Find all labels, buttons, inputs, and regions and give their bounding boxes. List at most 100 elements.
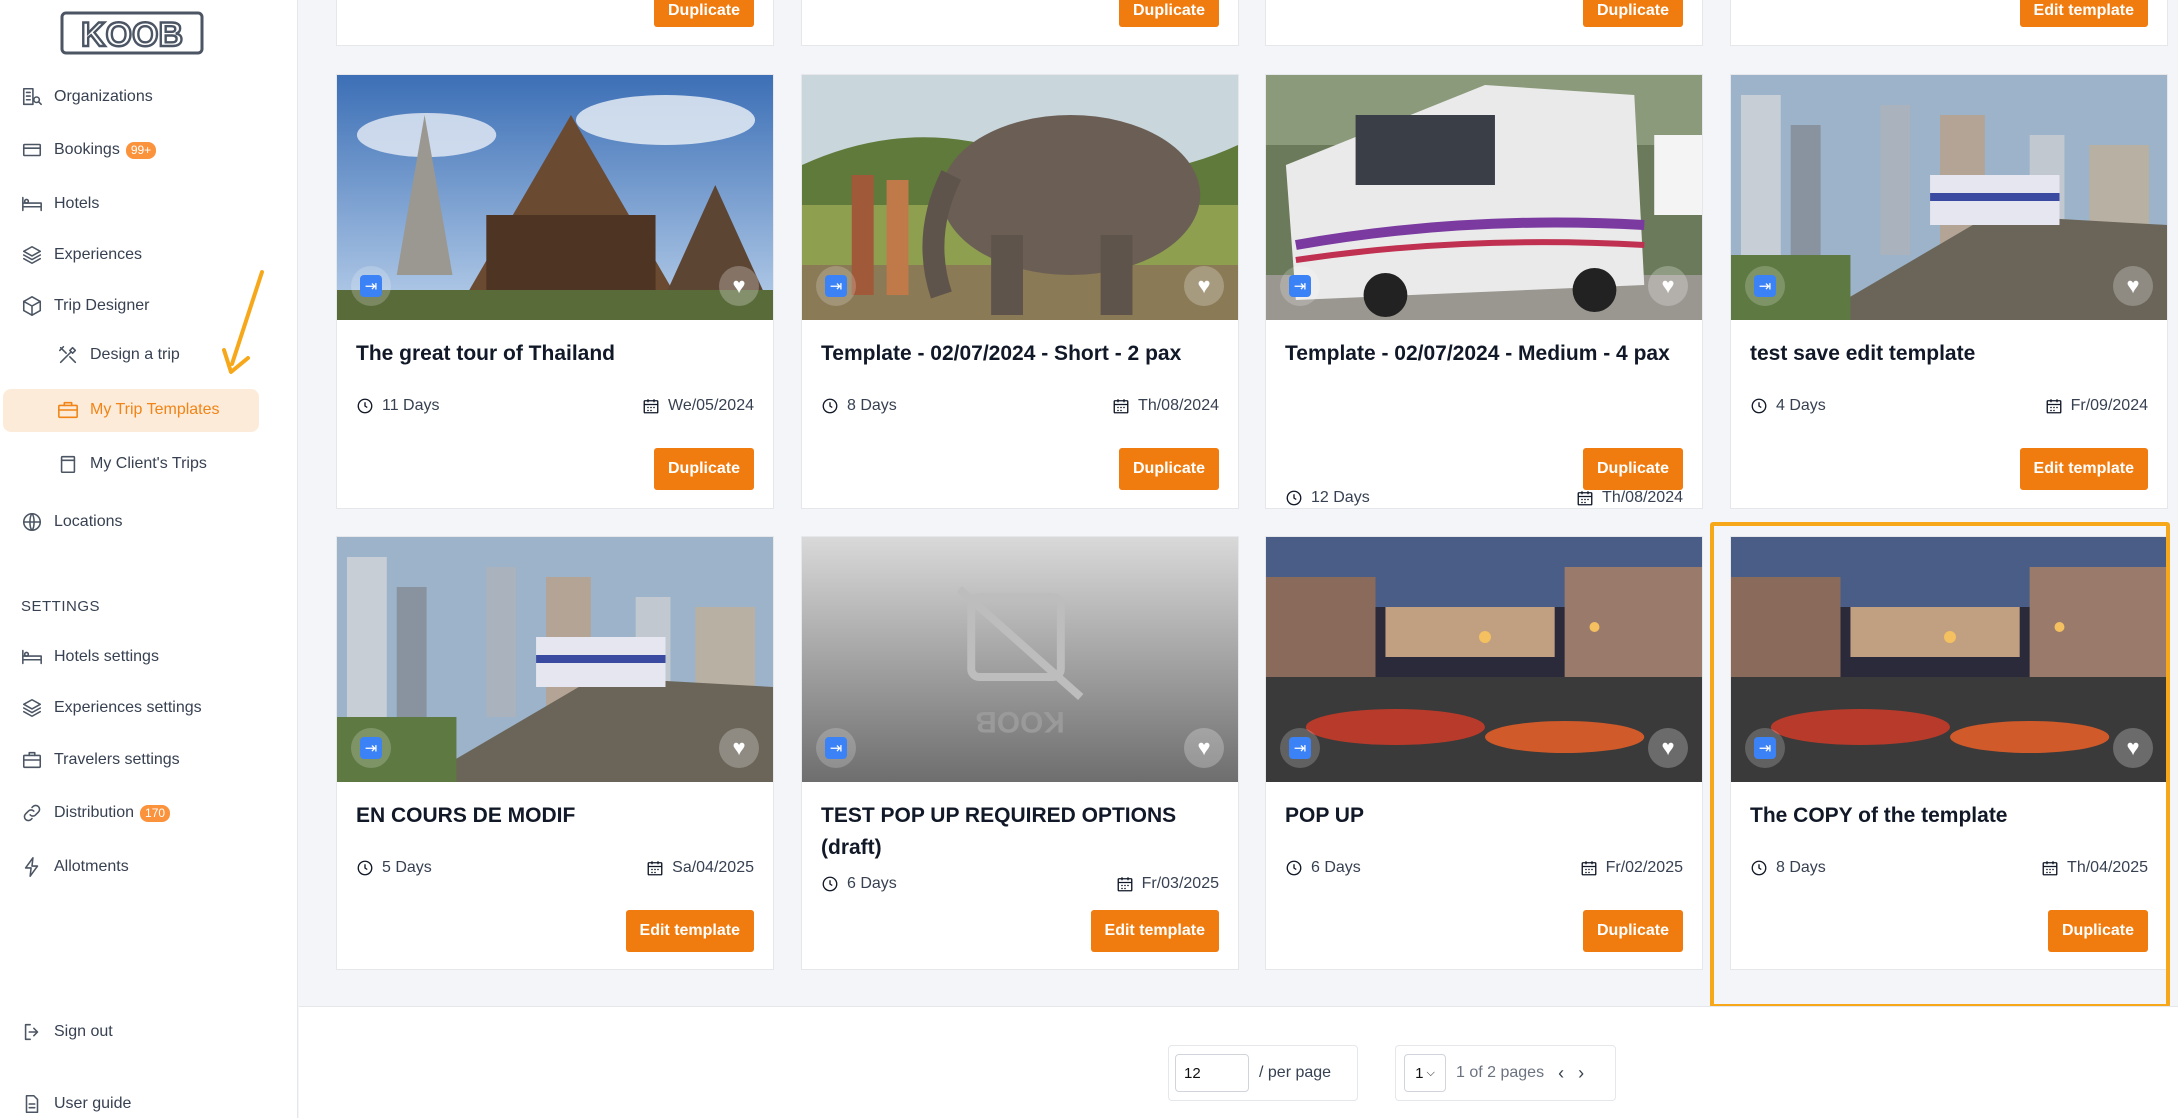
template-card[interactable]: KOOB ⇥ ♥ TEST POP UP REQUIRED OPTIONS (d… bbox=[801, 536, 1239, 970]
sidebar-item-experiences-settings[interactable]: Experiences settings bbox=[20, 688, 202, 728]
sidebar-item-organizations[interactable]: Organizations bbox=[20, 77, 153, 117]
card-days: 5 Days bbox=[382, 859, 432, 876]
template-card-partial: Edit template bbox=[1730, 0, 2168, 46]
edit-template-button[interactable]: Edit template bbox=[2019, 448, 2148, 490]
share-button[interactable]: ⇥ bbox=[1280, 266, 1320, 306]
card-meta: 5 Days Sa/04/2025 bbox=[356, 856, 754, 880]
card-title: test save edit template bbox=[1750, 342, 1976, 365]
duplicate-button[interactable]: Duplicate bbox=[2047, 910, 2148, 952]
clock-icon bbox=[1285, 489, 1303, 507]
calendar-icon bbox=[1580, 859, 1598, 877]
per-page-input[interactable]: 12 bbox=[1175, 1054, 1249, 1092]
card-date: Th/04/2025 bbox=[2067, 859, 2148, 876]
edit-template-button[interactable]: Edit template bbox=[1090, 910, 1219, 952]
template-card[interactable]: ⇥ ♥ Template - 02/07/2024 - Medium - 4 p… bbox=[1265, 74, 1703, 509]
heart-icon: ♥ bbox=[1197, 735, 1211, 760]
card-image-market: ⇥ ♥ bbox=[1266, 537, 1702, 782]
sidebar-item-my-clients-trips[interactable]: My Client's Trips bbox=[56, 444, 207, 484]
clock-icon bbox=[356, 859, 374, 877]
card-date: Sa/04/2025 bbox=[672, 859, 754, 876]
sidebar-item-hotels-settings[interactable]: Hotels settings bbox=[20, 637, 159, 677]
card-date: Fr/03/2025 bbox=[1141, 875, 1219, 892]
heart-icon: ♥ bbox=[1661, 273, 1675, 298]
sidebar-item-trip-designer[interactable]: Trip Designer bbox=[20, 286, 149, 326]
template-card[interactable]: ⇥ ♥ EN COURS DE MODIF 5 Days Sa/04/2025 … bbox=[336, 536, 774, 970]
favorite-button[interactable]: ♥ bbox=[2113, 266, 2153, 306]
share-button[interactable]: ⇥ bbox=[816, 728, 856, 768]
card-image-placeholder: KOOB ⇥ ♥ bbox=[802, 537, 1238, 782]
template-card[interactable]: ⇥ ♥ The COPY of the template 8 Days Th/0… bbox=[1730, 536, 2168, 970]
sidebar-item-experiences[interactable]: Experiences bbox=[20, 235, 142, 275]
share-button[interactable]: ⇥ bbox=[351, 728, 391, 768]
sidebar-item-design-a-trip[interactable]: Design a trip bbox=[56, 335, 180, 375]
sidebar-item-my-trip-templates[interactable]: My Trip Templates bbox=[56, 390, 220, 430]
favorite-button[interactable]: ♥ bbox=[1184, 266, 1224, 306]
logo-text: KOOB bbox=[81, 16, 183, 54]
koob-logo[interactable]: KOOB bbox=[60, 10, 204, 56]
sidebar-item-sign-out[interactable]: Sign out bbox=[20, 1012, 113, 1052]
next-page-icon[interactable]: › bbox=[1578, 1063, 1584, 1084]
share-button[interactable]: ⇥ bbox=[816, 266, 856, 306]
favorite-button[interactable]: ♥ bbox=[719, 728, 759, 768]
duplicate-button[interactable]: Duplicate bbox=[1582, 0, 1683, 27]
template-card[interactable]: ⇥ ♥ Template - 02/07/2024 - Short - 2 pa… bbox=[801, 74, 1239, 509]
card-date: Th/08/2024 bbox=[1138, 397, 1219, 414]
template-card[interactable]: ⇥ ♥ POP UP 6 Days Fr/02/2025 Duplicate bbox=[1265, 536, 1703, 970]
card-days: 8 Days bbox=[1776, 859, 1826, 876]
favorite-button[interactable]: ♥ bbox=[1184, 728, 1224, 768]
sidebar-item-label: Locations bbox=[54, 513, 123, 530]
template-card[interactable]: ⇥ ♥ test save edit template 4 Days Fr/09… bbox=[1730, 74, 2168, 509]
calendar-icon bbox=[1576, 489, 1594, 507]
favorite-button[interactable]: ♥ bbox=[2113, 728, 2153, 768]
duplicate-button[interactable]: Duplicate bbox=[1118, 0, 1219, 27]
duplicate-button[interactable]: Duplicate bbox=[653, 448, 754, 490]
sidebar-item-hotels[interactable]: Hotels bbox=[20, 184, 99, 224]
sidebar-item-allotments[interactable]: Allotments bbox=[20, 847, 129, 887]
sidebar-item-label: Design a trip bbox=[90, 346, 180, 363]
sign-out-icon bbox=[20, 1020, 44, 1044]
share-button[interactable]: ⇥ bbox=[1745, 728, 1785, 768]
calendar-icon bbox=[642, 397, 660, 415]
sidebar-item-label: Trip Designer bbox=[54, 297, 150, 314]
card-meta: 4 Days Fr/09/2024 bbox=[1750, 394, 2148, 418]
sidebar-item-locations[interactable]: Locations bbox=[20, 502, 123, 542]
sidebar-item-label: Experiences bbox=[54, 246, 143, 263]
page-select[interactable]: 1 ⌵ bbox=[1404, 1054, 1446, 1092]
link-icon bbox=[20, 801, 44, 825]
sidebar-item-travelers-settings[interactable]: Travelers settings bbox=[20, 740, 180, 780]
card-title: Template - 02/07/2024 - Medium - 4 pax bbox=[1285, 342, 1670, 365]
sidebar-item-label: My Client's Trips bbox=[90, 455, 207, 472]
sidebar-item-distribution[interactable]: Distribution 170 bbox=[20, 793, 171, 833]
share-icon: ⇥ bbox=[1754, 275, 1776, 297]
duplicate-button[interactable]: Duplicate bbox=[1582, 448, 1683, 490]
favorite-button[interactable]: ♥ bbox=[719, 266, 759, 306]
edit-template-button[interactable]: Edit template bbox=[2019, 0, 2148, 27]
card-title: The COPY of the template bbox=[1750, 804, 2008, 827]
sidebar-item-label: Organizations bbox=[54, 88, 153, 105]
duplicate-button[interactable]: Duplicate bbox=[1118, 448, 1219, 490]
card-meta: 6 Days Fr/03/2025 bbox=[821, 872, 1219, 896]
duplicate-button[interactable]: Duplicate bbox=[1582, 910, 1683, 952]
favorite-button[interactable]: ♥ bbox=[1648, 728, 1688, 768]
card-title: Template - 02/07/2024 - Short - 2 pax bbox=[821, 342, 1182, 365]
template-card[interactable]: ⇥ ♥ The great tour of Thailand 11 Days W… bbox=[336, 74, 774, 509]
card-image-van: ⇥ ♥ bbox=[1266, 75, 1702, 320]
share-button[interactable]: ⇥ bbox=[351, 266, 391, 306]
calendar-icon bbox=[1112, 397, 1130, 415]
prev-page-icon[interactable]: ‹ bbox=[1558, 1063, 1564, 1084]
sidebar-item-bookings[interactable]: Bookings 99+ bbox=[20, 130, 157, 170]
document-icon bbox=[20, 1092, 44, 1116]
card-days: 12 Days bbox=[1311, 489, 1370, 506]
organizations-icon bbox=[20, 85, 44, 109]
card-image-city: ⇥ ♥ bbox=[337, 537, 773, 782]
edit-template-button[interactable]: Edit template bbox=[625, 910, 754, 952]
sidebar-item-user-guide[interactable]: User guide bbox=[20, 1084, 131, 1118]
share-button[interactable]: ⇥ bbox=[1745, 266, 1785, 306]
heart-icon: ♥ bbox=[732, 273, 746, 298]
calendar-icon bbox=[646, 859, 664, 877]
share-button[interactable]: ⇥ bbox=[1280, 728, 1320, 768]
favorite-button[interactable]: ♥ bbox=[1648, 266, 1688, 306]
sidebar-item-label: Sign out bbox=[54, 1023, 113, 1040]
duplicate-button[interactable]: Duplicate bbox=[653, 0, 754, 27]
sidebar-item-label: Distribution bbox=[54, 804, 135, 821]
